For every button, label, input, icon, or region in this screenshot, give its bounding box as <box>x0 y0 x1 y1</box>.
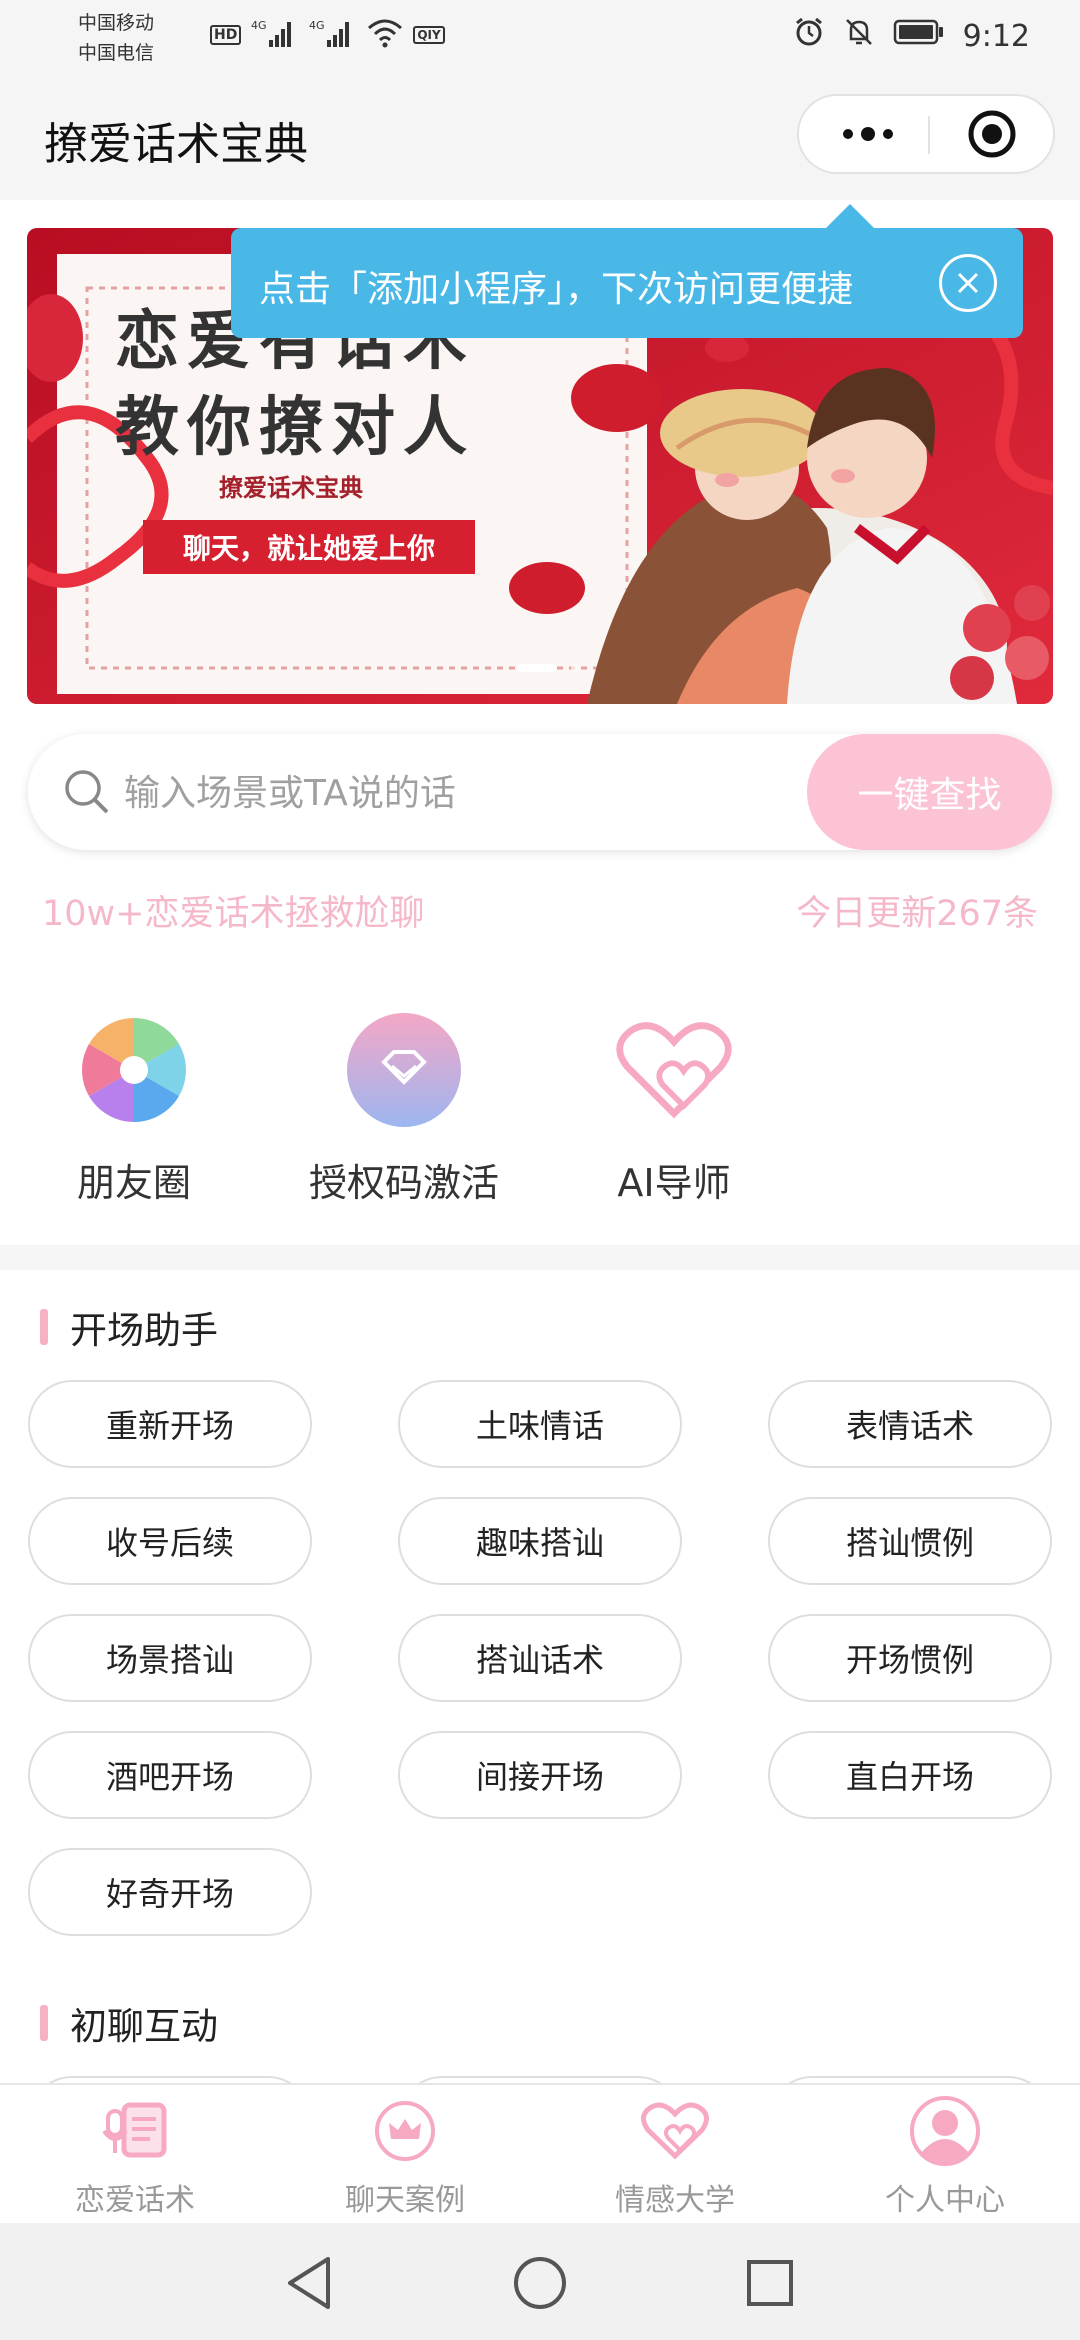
status-bar: 中国移动 中国电信 HD 4G 4G QIY 9:12 <box>0 0 1080 70</box>
banner-line-2: 教你撩对人 <box>115 390 475 465</box>
nav-bar: 撩爱话术宝典 <box>0 70 1080 200</box>
miniprogram-capsule <box>797 94 1055 174</box>
tab-profile[interactable]: 个人中心 <box>810 2095 1080 2219</box>
net-label-1: 4G <box>251 19 267 32</box>
quick-action-moments[interactable]: 朋友圈 <box>24 1010 244 1207</box>
status-right: 9:12 <box>793 14 1030 58</box>
user-icon <box>810 2095 1080 2167</box>
battery-icon <box>893 18 945 54</box>
tooltip-arrow <box>826 204 874 228</box>
pill-chip[interactable]: 重新开场 <box>28 1380 312 1468</box>
pill-chip[interactable]: 好奇开场 <box>28 1848 312 1936</box>
pill-chip[interactable]: 趣味搭讪 <box>398 1497 682 1585</box>
pill-chip[interactable]: 场景搭讪 <box>28 1614 312 1702</box>
clock-time: 9:12 <box>962 18 1030 54</box>
crown-icon <box>270 2095 540 2167</box>
section-title: 开场助手 <box>70 1309 218 1352</box>
tab-label: 情感大学 <box>615 2183 735 2218</box>
recents-icon[interactable] <box>740 2253 800 2313</box>
section-header-opening: 开场助手 <box>40 1300 218 1354</box>
aperture-icon <box>74 1010 194 1130</box>
mute-icon <box>843 16 875 56</box>
hearts-icon <box>614 1010 734 1130</box>
quick-action-label: 授权码激活 <box>308 1161 499 1205</box>
carrier-2: 中国电信 <box>78 42 155 64</box>
carrier-1: 中国移动 <box>78 12 155 34</box>
tab-label: 聊天案例 <box>345 2183 465 2218</box>
double-heart-icon <box>540 2095 810 2167</box>
section-header-first-chat: 初聊互动 <box>40 1996 218 2050</box>
signal-icon: 4G <box>251 18 299 52</box>
pill-chip[interactable]: 搭讪话术 <box>398 1614 682 1702</box>
home-icon[interactable] <box>510 2253 570 2313</box>
tooltip-text: 点击「添加小程序」，下次访问更便捷 <box>259 269 854 310</box>
quick-action-ai-tutor[interactable]: AI导师 <box>564 1010 784 1207</box>
carousel-dots <box>517 664 579 672</box>
search-bar: 一键查找 <box>28 734 1052 850</box>
carousel-dot[interactable] <box>517 664 557 672</box>
banner-slogan: 聊天，就让她爱上你 <box>143 520 475 574</box>
qiyi-badge: QIY <box>413 26 445 44</box>
search-button[interactable]: 一键查找 <box>807 734 1052 850</box>
quick-action-activate[interactable]: 授权码激活 <box>294 1010 514 1207</box>
banner-brand: 撩爱话术宝典 <box>219 473 363 502</box>
capsule-divider <box>928 116 930 154</box>
search-icon <box>62 767 112 821</box>
quick-action-label: 朋友圈 <box>76 1161 191 1205</box>
more-dots-icon[interactable] <box>823 96 913 172</box>
tab-chat-cases[interactable]: 聊天案例 <box>270 2095 540 2219</box>
pill-chip[interactable]: 开场惯例 <box>768 1614 1052 1702</box>
categories-section: 开场助手 重新开场 土味情话 表情话术 收号后续 趣味搭讪 搭讪惯例 场景搭讪 … <box>0 1270 1080 2085</box>
target-close-icon[interactable] <box>942 96 1042 172</box>
svg-text:4G: 4G <box>309 19 325 32</box>
page-title: 撩爱话术宝典 <box>44 119 308 170</box>
wifi-icon <box>367 18 403 52</box>
stat-today: 今日更新267条 <box>796 894 1038 934</box>
section-accent-bar <box>40 1309 48 1345</box>
bottom-tab-bar: 恋爱话术 聊天案例 情感大学 个人中心 <box>0 2083 1080 2225</box>
alarm-icon <box>793 16 825 56</box>
back-icon[interactable] <box>280 2253 340 2313</box>
pill-chip[interactable]: 收号后续 <box>28 1497 312 1585</box>
stat-total: 10w+恋爱话术拯救尬聊 <box>42 894 425 934</box>
pill-chip[interactable]: 间接开场 <box>398 1731 682 1819</box>
diamond-icon <box>344 1010 464 1130</box>
tab-emotion-university[interactable]: 情感大学 <box>540 2095 810 2219</box>
mic-list-icon <box>0 2095 270 2167</box>
tab-love-scripts[interactable]: 恋爱话术 <box>0 2095 270 2219</box>
pill-chip[interactable]: 直白开场 <box>768 1731 1052 1819</box>
section-accent-bar <box>40 2005 48 2041</box>
tab-label: 个人中心 <box>885 2183 1005 2218</box>
close-icon[interactable] <box>939 254 997 312</box>
signal-group: HD 4G 4G QIY <box>210 18 445 52</box>
system-nav-bar <box>0 2223 1080 2340</box>
pill-chip[interactable]: 酒吧开场 <box>28 1731 312 1819</box>
pill-chip[interactable]: 搭讪惯例 <box>768 1497 1052 1585</box>
quick-action-label: AI导师 <box>617 1161 731 1205</box>
search-input[interactable] <box>122 762 726 824</box>
carousel-dot[interactable] <box>571 664 579 672</box>
pill-chip[interactable]: 表情话术 <box>768 1380 1052 1468</box>
section-title: 初聊互动 <box>70 2005 218 2048</box>
banner-slogan-text: 聊天，就让她爱上你 <box>182 532 435 565</box>
add-miniprogram-tooltip: 点击「添加小程序」，下次访问更便捷 <box>231 228 1023 338</box>
signal-icon-2: 4G <box>309 18 357 52</box>
tab-label: 恋爱话术 <box>75 2183 195 2218</box>
hd-badge: HD <box>210 25 242 45</box>
pill-chip[interactable]: 土味情话 <box>398 1380 682 1468</box>
